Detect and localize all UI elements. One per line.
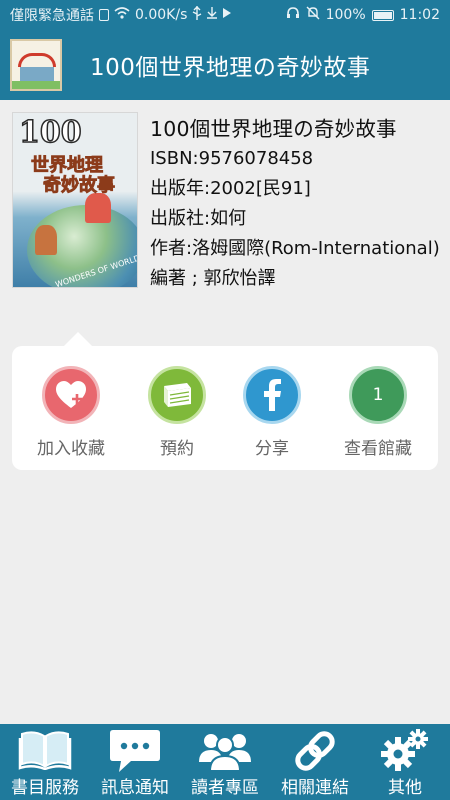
book-icon — [148, 366, 206, 424]
cover-title-line2: 奇妙故事 — [43, 175, 116, 197]
app-title: 100個世界地理の奇妙故事 — [90, 55, 371, 81]
facebook-icon — [243, 366, 301, 424]
nav-label: 書目服務 — [11, 778, 79, 798]
book-info: 100個世界地理の奇妙故事 ISBN:9576078458 出版年:2002[民… — [150, 114, 440, 294]
actions-card: 加入收藏 預約 分享 1 查看館藏 — [12, 332, 438, 470]
book-publisher: 出版社:如何 — [150, 208, 247, 229]
nav-label: 其他 — [388, 778, 422, 798]
usb-icon — [192, 6, 202, 24]
battery-icon — [371, 9, 394, 21]
nav-item-links[interactable]: 相關連結 — [270, 724, 360, 800]
open-book-icon — [18, 728, 72, 774]
users-icon — [198, 728, 252, 776]
nav-item-notifications[interactable]: 訊息通知 — [90, 724, 180, 800]
book-cover[interactable]: 100 世界地理 奇妙故事 WONDERS OF WORLD 地理 — [12, 112, 138, 288]
nav-label: 相關連結 — [281, 778, 349, 798]
view-holdings-button[interactable]: 1 查看館藏 — [328, 366, 428, 459]
book-isbn: ISBN:9576078458 — [150, 148, 314, 169]
wifi-icon — [114, 7, 130, 23]
app-bar: 100個世界地理の奇妙故事 — [0, 30, 450, 100]
clock: 11:02 — [399, 7, 440, 23]
network-speed: 0.00K/s — [135, 7, 188, 23]
nav-item-readers[interactable]: 讀者專區 — [180, 724, 270, 800]
character-illustration — [85, 193, 111, 223]
book-author: 作者:洛姆國際(Rom-International)編著 ; 郭欣怡譯 — [150, 238, 440, 289]
chat-bubble-icon — [109, 728, 161, 778]
nav-label: 訊息通知 — [101, 778, 169, 798]
carrier-text: 僅限緊急通話 — [10, 8, 94, 24]
nav-label: 讀者專區 — [191, 778, 259, 798]
card-pointer — [64, 332, 92, 346]
link-icon — [290, 728, 340, 778]
headphones-icon — [286, 7, 300, 23]
gears-icon — [378, 728, 432, 778]
battery-percent: 100% — [325, 7, 366, 23]
share-label: 分享 — [255, 439, 289, 459]
reserve-button[interactable]: 預約 — [127, 366, 227, 459]
nav-item-other[interactable]: 其他 — [360, 724, 450, 800]
add-favorite-button[interactable]: 加入收藏 — [21, 366, 121, 459]
play-icon — [222, 7, 232, 23]
nav-item-catalog[interactable]: 書目服務 — [0, 724, 90, 800]
reserve-label: 預約 — [160, 439, 194, 459]
view-holdings-label: 查看館藏 — [344, 439, 412, 459]
cover-number: 100 — [18, 114, 82, 151]
sim-icon — [99, 9, 109, 21]
mute-bell-icon — [306, 6, 320, 24]
share-button[interactable]: 分享 — [222, 366, 322, 459]
download-icon — [207, 7, 218, 23]
bottom-nav: 書目服務 訊息通知 讀者專區 相關連結 其他 — [0, 724, 450, 800]
library-building-logo[interactable] — [10, 39, 62, 91]
book-title: 100個世界地理の奇妙故事 — [150, 117, 397, 141]
heart-plus-icon — [42, 366, 100, 424]
book-year: 出版年:2002[民91] — [150, 178, 311, 199]
holdings-count-icon: 1 — [349, 366, 407, 424]
status-bar: 僅限緊急通話 0.00K/s 100% 11:02 — [0, 0, 450, 30]
character-illustration — [35, 225, 57, 255]
add-favorite-label: 加入收藏 — [37, 439, 105, 459]
